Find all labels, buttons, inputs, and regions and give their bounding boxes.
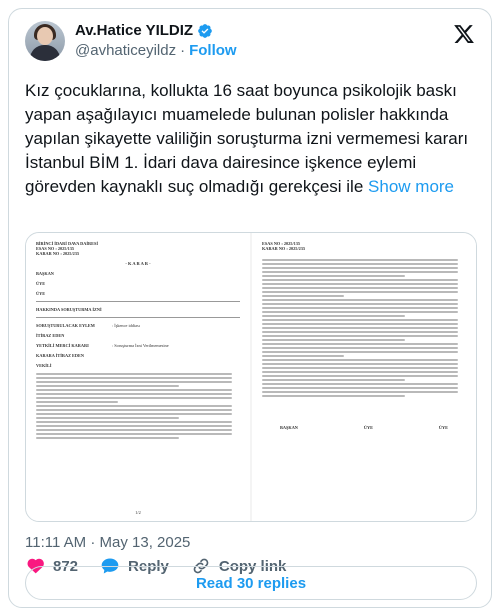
tweet-date: May 13, 2025 bbox=[99, 534, 191, 551]
field-label: BAŞKAN bbox=[36, 270, 54, 276]
field-label: ÜYE bbox=[36, 290, 46, 296]
x-logo-icon[interactable] bbox=[453, 23, 475, 45]
dot-separator: · bbox=[180, 42, 186, 59]
show-more-link[interactable]: Show more bbox=[368, 177, 454, 196]
karar-no: KARAR NO : 2025/235 bbox=[36, 251, 80, 257]
dot-separator: · bbox=[90, 534, 96, 551]
tweet-time: 11:11 AM bbox=[25, 534, 87, 551]
field-row: YETKİLİ MERCİ KARARI : Soruşturma İzni V… bbox=[36, 343, 240, 348]
field-value: : Soruşturma İzni Verilmemesine bbox=[112, 342, 169, 348]
author-handle-row: @avhaticeyildz · Follow bbox=[75, 42, 237, 59]
field-label: ÜYE bbox=[36, 280, 46, 286]
field-label: YETKİLİ MERCİ KARARI bbox=[36, 342, 89, 348]
field-label: İTİRAZ EDEN bbox=[36, 332, 65, 338]
field-row: KARARA İTİRAZ EDEN bbox=[36, 353, 240, 358]
signature-row: BAŞKAN ÜYE ÜYE bbox=[262, 425, 466, 430]
field-label: VEKİLİ bbox=[36, 362, 52, 368]
tweet-timestamp[interactable]: 11:11 AM · May 13, 2025 bbox=[25, 534, 190, 551]
page-number: 1/2 bbox=[135, 510, 141, 515]
attached-document-image[interactable]: BİRİNCİ İDARİ DAVA DAİRESİ ESAS NO : 202… bbox=[25, 232, 477, 522]
signature-label: ÜYE bbox=[438, 425, 448, 431]
avatar[interactable] bbox=[25, 21, 65, 61]
follow-button[interactable]: Follow bbox=[189, 42, 237, 59]
read-replies-label: Read 30 replies bbox=[195, 574, 307, 592]
verified-badge-icon bbox=[198, 23, 212, 38]
tweet-header: Av.Hatice YILDIZ @avhaticeyildz · Follow bbox=[9, 9, 491, 73]
tweet-card: Av.Hatice YILDIZ @avhaticeyildz · Follow… bbox=[8, 8, 492, 608]
field-row: HAKKINDA SORUŞTURMA İZNİ bbox=[36, 307, 240, 312]
document-body-lines bbox=[262, 259, 466, 398]
field-row: ÜYE bbox=[36, 281, 240, 286]
document-body-lines bbox=[36, 372, 240, 439]
field-value: : İşkence iddiası bbox=[112, 322, 140, 328]
field-label: KARARA İTİRAZ EDEN bbox=[36, 352, 84, 358]
signature-label: ÜYE bbox=[363, 425, 373, 431]
document-page-right: ESAS NO : 2025/135 KARAR NO : 2025/235 B… bbox=[252, 233, 476, 521]
field-label: SORUŞTURULACAK EYLEM bbox=[36, 322, 95, 328]
field-label: HAKKINDA SORUŞTURMA İZNİ bbox=[36, 306, 102, 312]
document-page-left: BİRİNCİ İDARİ DAVA DAİRESİ ESAS NO : 202… bbox=[26, 233, 250, 521]
field-row: İTİRAZ EDEN bbox=[36, 333, 240, 338]
field-row: BAŞKAN bbox=[36, 271, 240, 276]
field-row: ÜYE bbox=[36, 291, 240, 296]
author-name[interactable]: Av.Hatice YILDIZ bbox=[75, 22, 193, 39]
karar-heading: - K A R A R - bbox=[125, 260, 151, 266]
field-row: VEKİLİ bbox=[36, 363, 240, 368]
author-name-row: Av.Hatice YILDIZ bbox=[75, 22, 213, 39]
author-handle[interactable]: @avhaticeyildz bbox=[75, 42, 176, 59]
tweet-text: Kız çocuklarına, kollukta 16 saat boyunc… bbox=[25, 79, 477, 199]
field-row: SORUŞTURULACAK EYLEM : İşkence iddiası bbox=[36, 323, 240, 328]
read-replies-button[interactable]: Read 30 replies bbox=[25, 566, 477, 600]
signature-label: BAŞKAN bbox=[280, 425, 298, 431]
